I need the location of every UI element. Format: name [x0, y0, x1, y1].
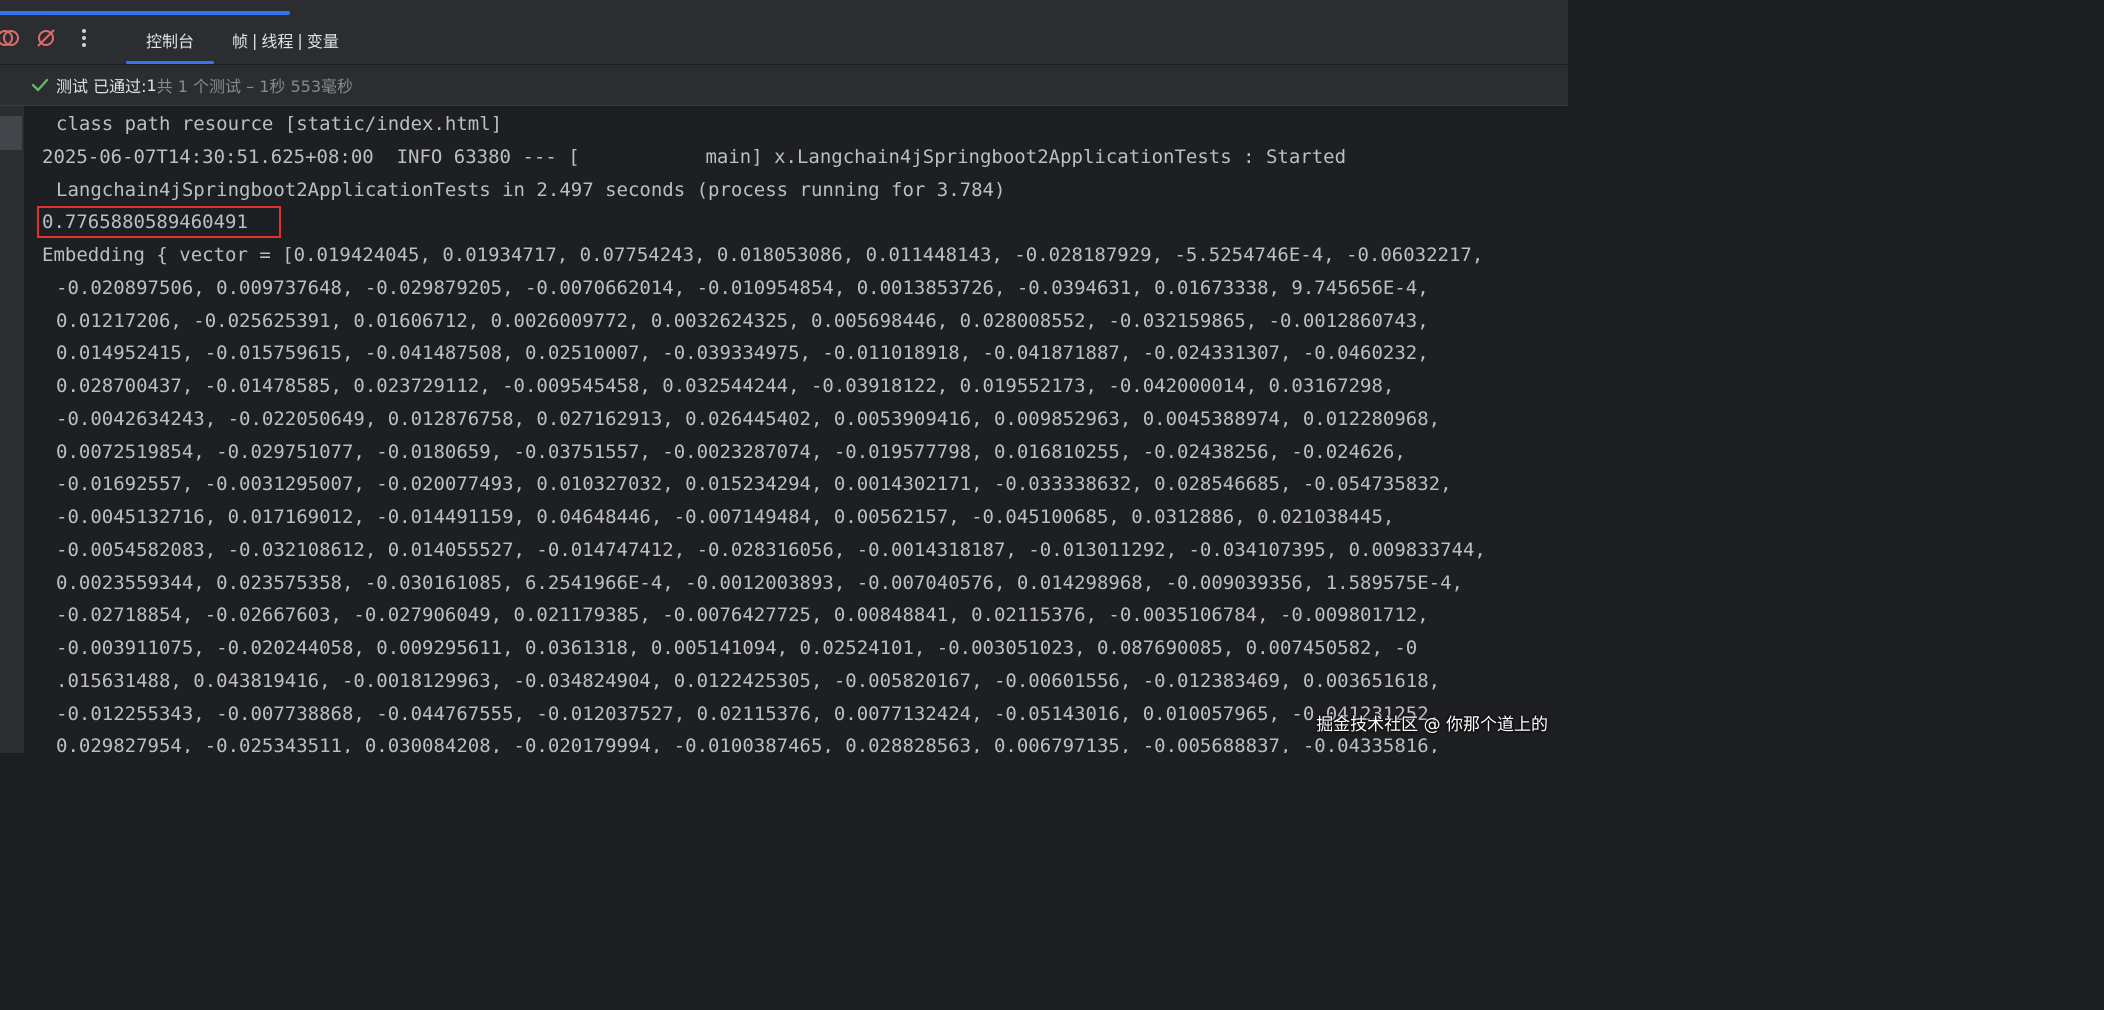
console-line: -0.0054582083, -0.032108612, 0.014055527… [56, 539, 1486, 561]
gutter-scroll-marker [0, 116, 22, 150]
console-line: -0.01692557, -0.0031295007, -0.020077493… [56, 473, 1452, 495]
console-line: -0.003911075, -0.020244058, 0.009295611,… [56, 637, 1418, 659]
console-line: 0.014952415, -0.015759615, -0.041487508,… [56, 342, 1429, 364]
tab-console-label: 控制台 [145, 32, 194, 51]
tab-group-frames-threads-variables: 帧 | 线程 | 变量 [232, 16, 339, 64]
active-tab-indicator [126, 61, 214, 64]
test-passed-count: 1 [146, 75, 157, 95]
console-line: 2025-06-07T14:30:51.625+08:00 INFO 63380… [42, 146, 1347, 168]
debug-toolbar: 控制台 帧 | 线程 | 变量 [0, 16, 1568, 65]
more-options-icon[interactable] [72, 26, 96, 50]
check-icon [31, 78, 49, 92]
tab-separator: | [252, 30, 258, 50]
test-status-bar: 测试 已通过: 1 共 1 个测试 – 1秒 553毫秒 [0, 65, 1568, 106]
console-line: class path resource [static/index.html] [56, 113, 503, 135]
test-passed-label: 测试 已通过: [56, 77, 147, 96]
console-line: -0.0042634243, -0.022050649, 0.012876758… [56, 408, 1441, 430]
test-duration-detail: 共 1 个测试 – 1秒 553毫秒 [156, 77, 354, 96]
console-line: .015631488, 0.043819416, -0.0018129963, … [56, 670, 1441, 692]
run-progress-bar [0, 11, 291, 15]
console-line: 0.0072519854, -0.029751077, -0.0180659, … [56, 441, 1406, 463]
console-line: -0.012255343, -0.007738868, -0.044767555… [56, 703, 1441, 725]
top-strip [0, 0, 1568, 16]
console-line: -0.0045132716, 0.017169012, -0.014491159… [56, 506, 1395, 528]
restart-icon[interactable] [0, 26, 20, 50]
console-line: 0.0023559344, 0.023575358, -0.030161085,… [56, 572, 1463, 594]
tab-threads[interactable]: 线程 [261, 28, 293, 52]
mute-breakpoints-icon[interactable] [34, 26, 58, 50]
console-line: 0.029827954, -0.025343511, 0.030084208, … [56, 735, 1441, 753]
tab-frames[interactable]: 帧 [232, 28, 248, 52]
console-line: 0.01217206, -0.025625391, 0.01606712, 0.… [56, 310, 1429, 332]
console-output[interactable]: class path resource [static/index.html] … [24, 106, 1568, 753]
console-line: Langchain4jSpringboot2ApplicationTests i… [56, 179, 1006, 201]
console-line: -0.020897506, 0.009737648, -0.029879205,… [56, 277, 1429, 299]
console-line: 0.028700437, -0.01478585, 0.023729112, -… [56, 375, 1395, 397]
tab-console[interactable]: 控制台 [126, 16, 214, 64]
tab-variables[interactable]: 变量 [307, 28, 339, 52]
watermark: 掘金技术社区 @ 你那个道上的 [1316, 715, 1548, 735]
highlight-box [37, 206, 281, 238]
console-line: Embedding { vector = [0.019424045, 0.019… [42, 244, 1484, 266]
tab-separator: | [297, 30, 303, 50]
console-gutter [0, 106, 24, 753]
console-line: -0.02718854, -0.02667603, -0.027906049, … [56, 604, 1429, 626]
